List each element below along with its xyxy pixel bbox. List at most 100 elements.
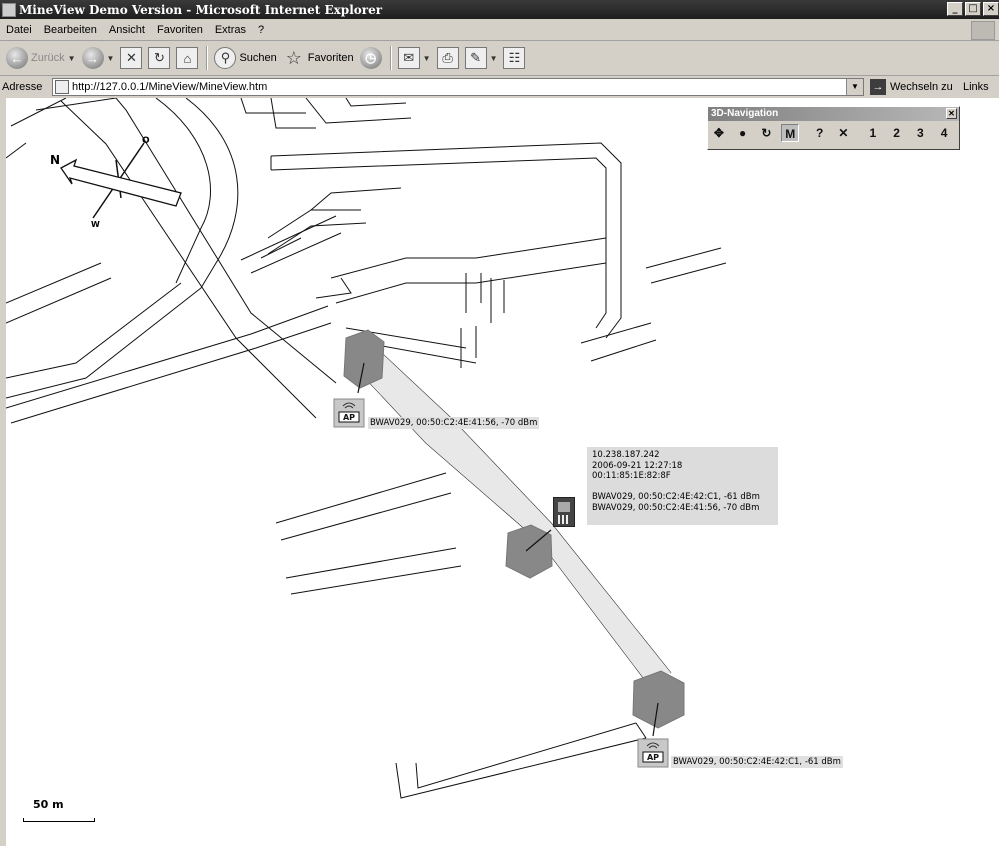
home-button[interactable]: ⌂ [176,47,199,69]
3d-navigation-title-text: 3D-Navigation [711,108,779,119]
address-label: Adresse [2,81,43,93]
links-button[interactable]: Links [963,81,989,93]
device-keypad [558,515,570,524]
toolbar: ← Zurück ▼ → ▼ ✕ ↻ ⌂ ⚲ Suchen ☆ Favorite… [0,41,999,76]
3d-navigation-buttons: ✥ ● ↻ M ? ✕ 1 2 3 4 [708,121,959,145]
edit-button[interactable]: ✎ ▼ [464,47,498,69]
scale-label: 50 m [33,798,64,811]
address-input[interactable]: http://127.0.0.1/MineView/MineView.htm ▼ [52,78,864,96]
history-icon: ◷ [359,47,382,69]
pan-icon[interactable]: ✥ [710,124,728,142]
node-cube[interactable] [343,329,385,389]
view-4-icon[interactable]: 4 [935,124,953,142]
device-screen [558,502,570,512]
view-1-icon[interactable]: 1 [864,124,882,142]
back-arrow-icon: ← [6,47,28,69]
forward-button[interactable]: → ▼ [81,47,115,69]
close-icon[interactable]: ✕ [946,108,957,119]
ap-badge: AP [343,413,355,422]
print-button[interactable]: ⎙ [436,47,459,69]
query-icon[interactable]: ? [811,124,829,142]
page-icon [55,80,69,94]
compass-north: N [50,153,61,167]
3d-navigation-panel: 3D-Navigation ✕ ✥ ● ↻ M ? ✕ 1 2 3 4 [707,106,960,150]
go-button[interactable]: → Wechseln zu [870,79,953,95]
toolbar-separator [206,46,209,70]
view-2-icon[interactable]: 2 [888,124,906,142]
back-button[interactable]: ← Zurück ▼ [6,47,76,69]
scale-line [23,818,95,822]
printer-icon: ⎙ [436,47,459,69]
ap-label: BWAV029, 00:50:C2:4E:41:56, -70 dBm [368,417,540,429]
chevron-down-icon[interactable]: ▼ [490,54,498,63]
window-title: MineView Demo Version - Microsoft Intern… [19,2,383,17]
compass-west: W [91,220,100,229]
menu-datei[interactable]: Datei [0,24,38,36]
window-controls: _ □ × [945,2,999,16]
favorites-button[interactable]: ☆ Favoriten [283,47,354,69]
go-label: Wechseln zu [890,81,953,93]
chevron-down-icon[interactable]: ▼ [846,79,863,95]
search-button[interactable]: ⚲ Suchen [214,47,277,69]
ie-icon [2,2,16,17]
zoom-icon[interactable]: ● [734,124,752,142]
device-signal-1: BWAV029, 00:50:C2:4E:42:C1, -61 dBm [592,492,760,502]
toolbar-separator [389,46,392,70]
cross-icon[interactable]: ✕ [835,124,853,142]
device-info-tooltip: 10.238.187.242 2006-09-21 12:27:18 00:11… [587,447,778,525]
home-icon: ⌂ [176,47,199,69]
star-icon: ☆ [285,47,302,68]
ap-label: BWAV029, 00:50:C2:4E:42:C1, -61 dBm [671,756,843,768]
title-bar: MineView Demo Version - Microsoft Intern… [0,0,999,19]
history-button[interactable]: ◷ [359,47,382,69]
scale-bar: 50 m [23,798,95,828]
close-button[interactable]: × [983,2,999,16]
mail-button[interactable]: ✉ ▼ [397,47,431,69]
minimize-button[interactable]: _ [947,2,963,16]
device-ip: 10.238.187.242 [592,450,660,460]
node-cube[interactable] [632,670,685,729]
device-signal-2: BWAV029, 00:50:C2:4E:41:56, -70 dBm [592,502,760,513]
search-icon: ⚲ [214,47,237,69]
menu-favoriten[interactable]: Favoriten [151,24,209,36]
back-label: Zurück [31,52,65,64]
chevron-down-icon[interactable]: ▼ [423,54,431,63]
address-bar: Adresse http://127.0.0.1/MineView/MineVi… [0,76,999,99]
chevron-down-icon[interactable]: ▼ [107,54,115,63]
3d-navigation-title: 3D-Navigation ✕ [708,107,959,121]
node-cube[interactable] [505,524,553,579]
discuss-button[interactable]: ☷ [503,47,526,69]
menu-extras[interactable]: Extras [209,24,252,36]
map-view[interactable]: N O W AP BWAV029, 00:50:C2:4E:41:56, -70… [6,98,999,846]
go-arrow-icon: → [870,79,886,95]
device-mac: 00:11:85:1E:82:8F [592,471,671,481]
select-icon[interactable]: M [781,124,800,142]
edit-icon: ✎ [464,47,487,69]
menu-bearbeiten[interactable]: Bearbeiten [38,24,103,36]
refresh-button[interactable]: ↻ [148,47,171,69]
windows-logo-icon [971,21,995,40]
mail-icon: ✉ [397,47,420,69]
refresh-icon: ↻ [148,47,171,69]
search-label: Suchen [239,52,277,64]
view-3-icon[interactable]: 3 [911,124,929,142]
rotate-icon[interactable]: ↻ [758,124,776,142]
compass-east: O [142,136,150,146]
favorites-label: Favoriten [307,52,354,64]
menu-ansicht[interactable]: Ansicht [103,24,151,36]
discuss-icon: ☷ [503,47,526,69]
device-timestamp: 2006-09-21 12:27:18 [592,460,683,471]
maximize-button[interactable]: □ [965,2,981,16]
mine-map[interactable] [6,98,999,846]
menu-bar: Datei Bearbeiten Ansicht Favoriten Extra… [0,19,999,41]
menu-help[interactable]: ? [252,24,270,36]
access-point-icon[interactable]: AP [333,398,365,428]
address-url: http://127.0.0.1/MineView/MineView.htm [72,81,268,93]
chevron-down-icon[interactable]: ▼ [68,54,76,63]
mobile-device-icon[interactable] [553,497,575,527]
stop-button[interactable]: ✕ [120,47,143,69]
compass [60,142,182,219]
access-point-icon[interactable]: AP [637,738,669,768]
forward-arrow-icon: → [81,47,104,69]
